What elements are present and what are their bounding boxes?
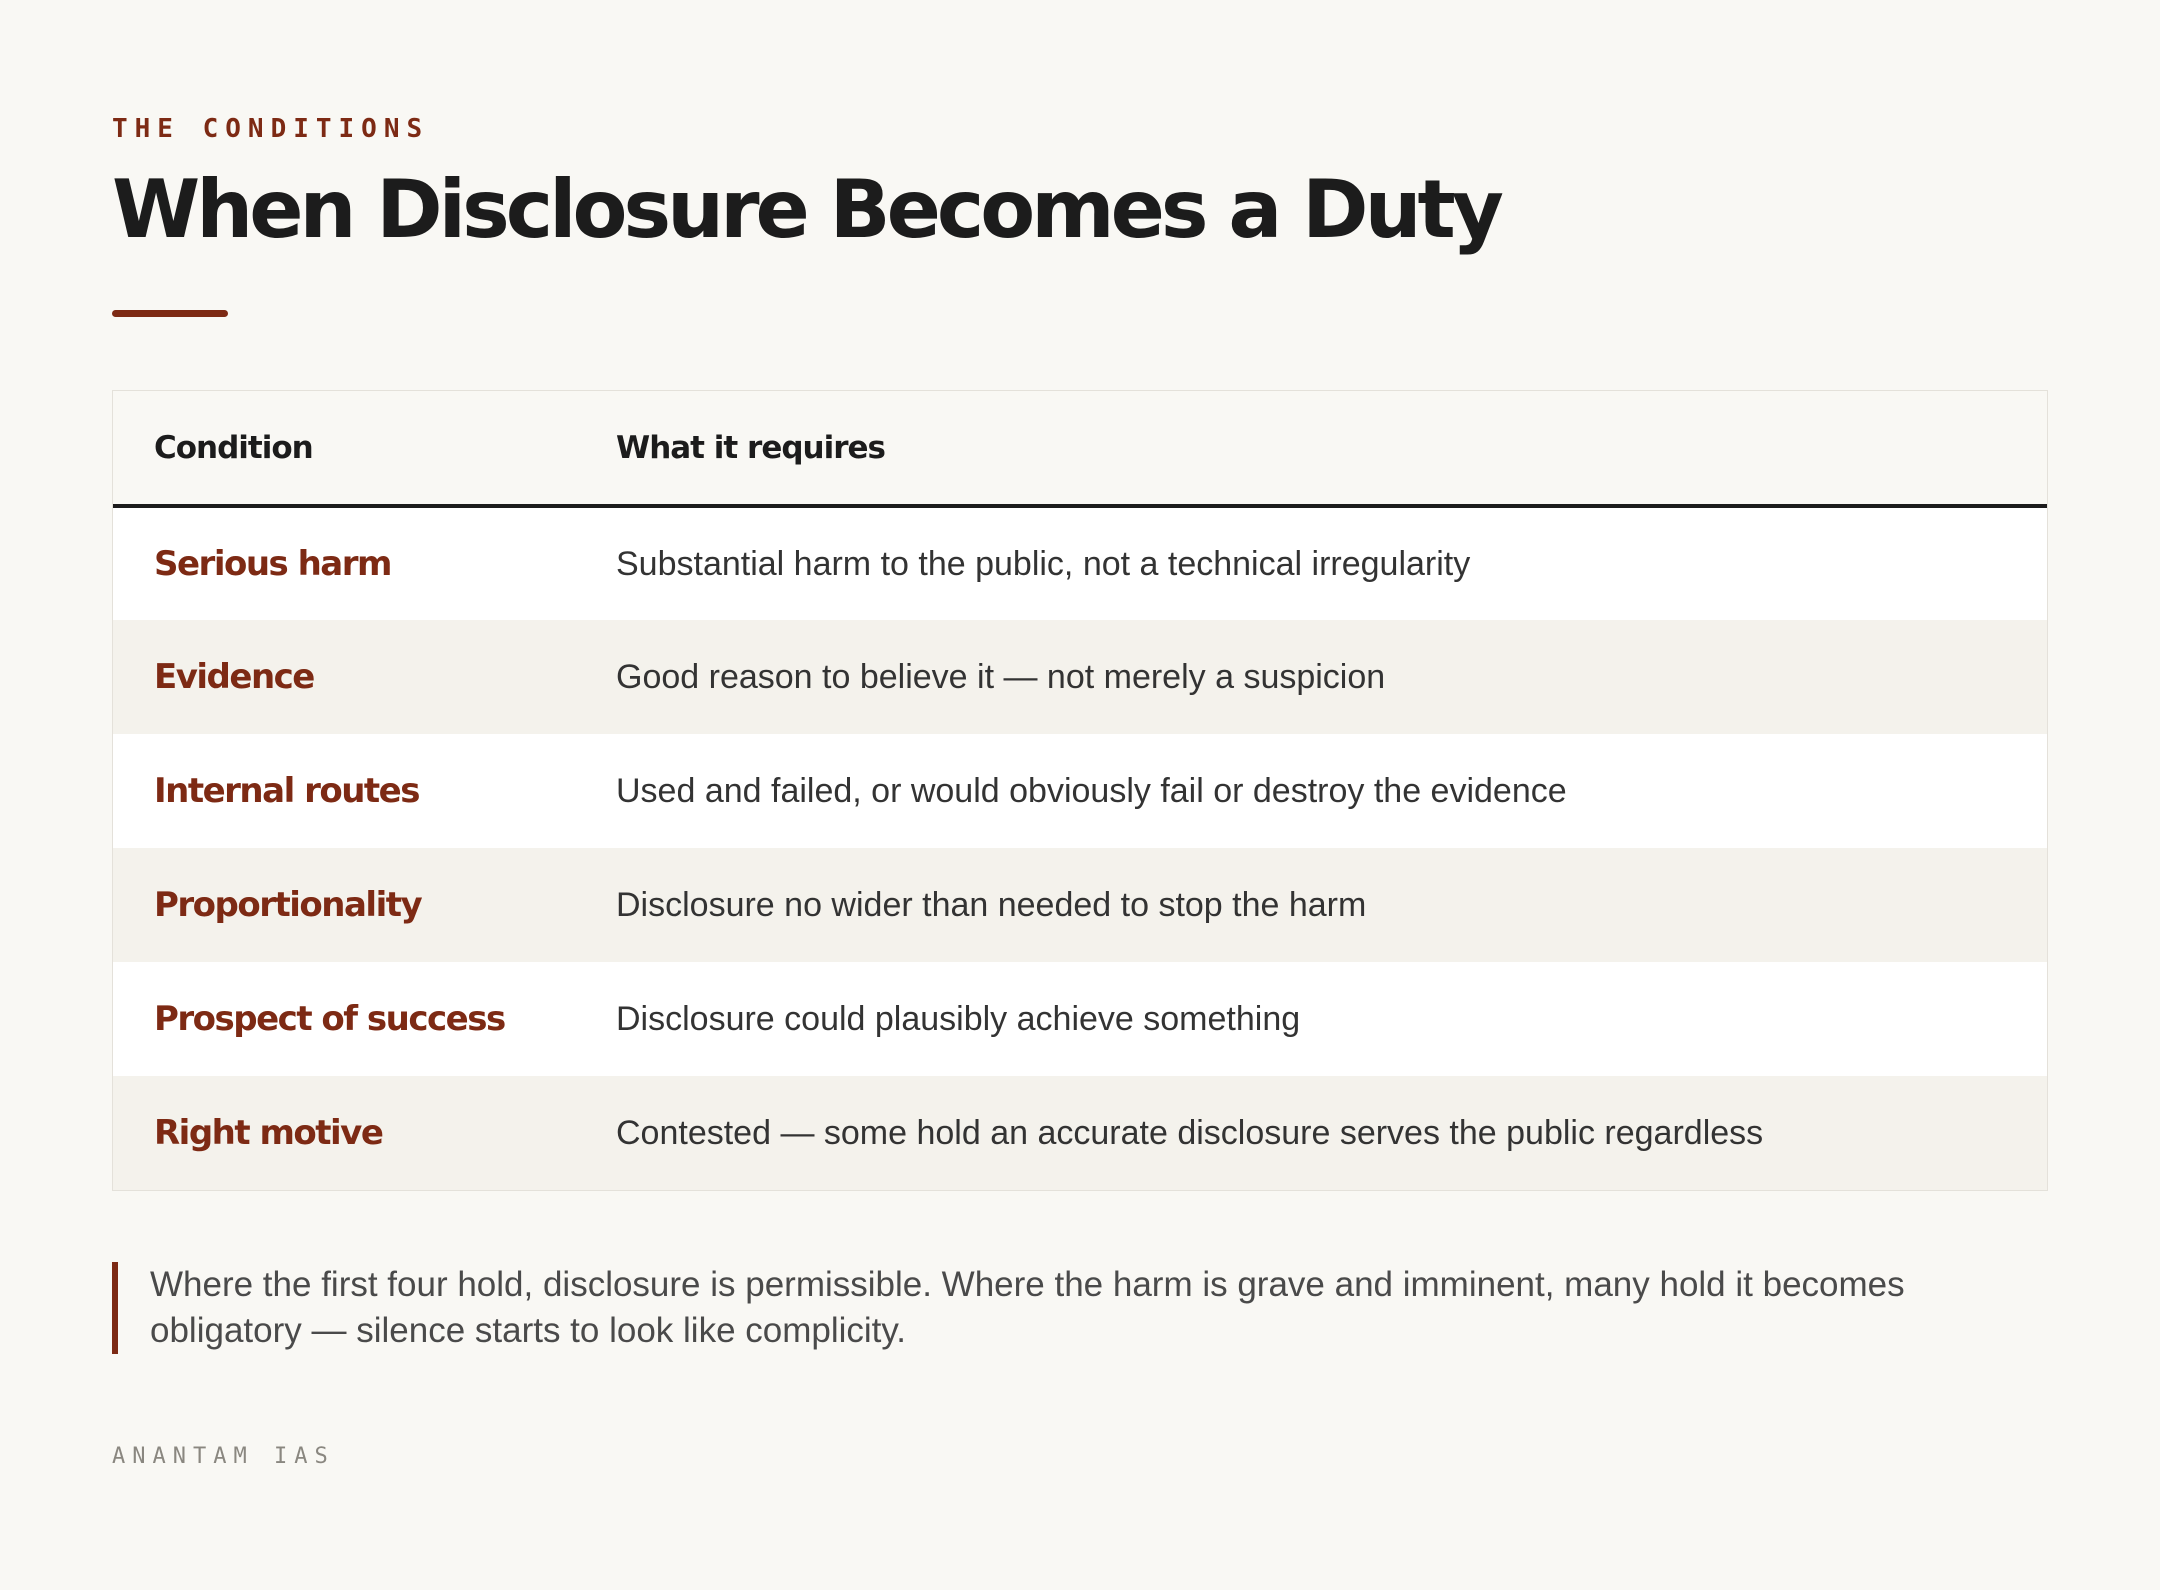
table-header-row: Condition What it requires: [113, 391, 2047, 508]
condition-cell: Prospect of success: [154, 999, 506, 1039]
requirement-cell: Disclosure could plausibly achieve somet…: [616, 999, 1301, 1038]
table-row: Proportionality Disclosure no wider than…: [113, 848, 2047, 962]
conditions-table: Condition What it requires Serious harm …: [113, 391, 2047, 1190]
requirement-cell: Substantial harm to the public, not a te…: [616, 544, 1471, 583]
condition-cell: Evidence: [154, 657, 315, 697]
table-row: Right motive Contested — some hold an ac…: [113, 1076, 2047, 1190]
column-header-condition: Condition: [113, 391, 616, 508]
table-row: Evidence Good reason to believe it — not…: [113, 620, 2047, 734]
table-row: Prospect of success Disclosure could pla…: [113, 962, 2047, 1076]
table-row: Serious harm Substantial harm to the pub…: [113, 506, 2047, 620]
requirement-cell: Good reason to believe it — not merely a…: [616, 657, 1386, 696]
column-header-requirement: What it requires: [616, 391, 2047, 508]
condition-cell: Right motive: [154, 1113, 384, 1153]
condition-cell: Serious harm: [154, 544, 392, 584]
footer-brand: ANANTAM IAS: [112, 1444, 335, 1469]
callout-note: Where the first four hold, disclosure is…: [112, 1262, 2012, 1354]
condition-cell: Internal routes: [154, 771, 420, 811]
conditions-table-container: Condition What it requires Serious harm …: [112, 390, 2048, 1191]
page-title: When Disclosure Becomes a Duty: [112, 163, 1504, 256]
requirement-cell: Used and failed, or would obviously fail…: [616, 771, 1567, 810]
requirement-cell: Contested — some hold an accurate disclo…: [616, 1113, 1764, 1152]
requirement-cell: Disclosure no wider than needed to stop …: [616, 885, 1367, 924]
title-underline: [112, 310, 228, 317]
table-row: Internal routes Used and failed, or woul…: [113, 734, 2047, 848]
condition-cell: Proportionality: [154, 885, 423, 925]
section-eyebrow: THE CONDITIONS: [112, 114, 430, 144]
